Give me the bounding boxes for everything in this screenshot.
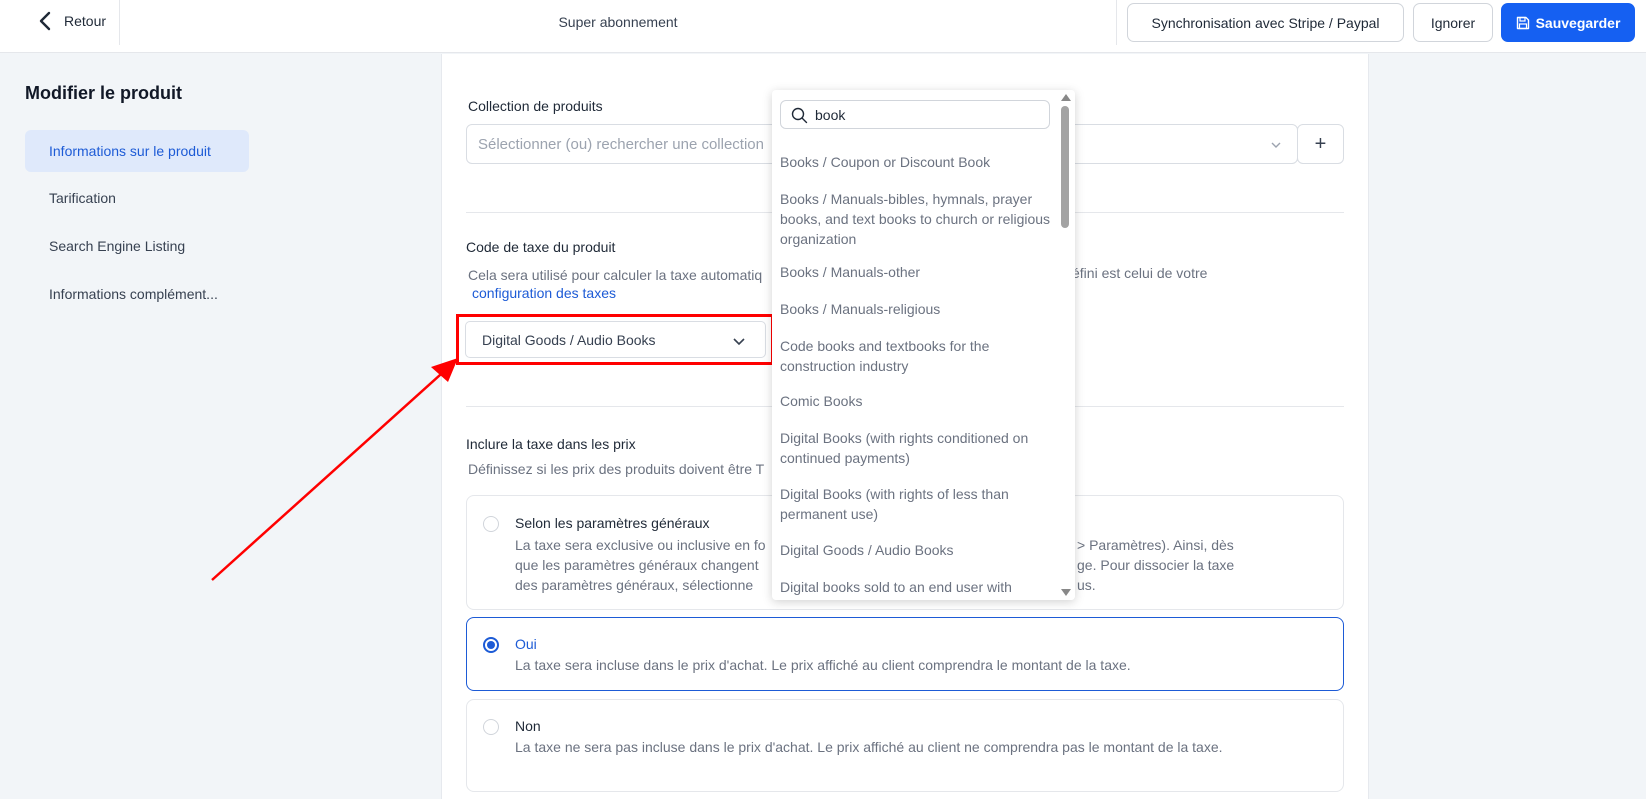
include-tax-description: Définissez si les prix des produits doiv… (468, 461, 765, 477)
option-text: que les paramètres généraux changent (515, 557, 759, 573)
option-text: La taxe sera exclusive ou inclusive en f… (515, 537, 766, 553)
dropdown-option[interactable]: Comic Books (780, 391, 1052, 411)
sync-stripe-paypal-button[interactable]: Synchronisation avec Stripe / Paypal (1127, 3, 1404, 42)
sidebar-title: Modifier le produit (25, 83, 182, 103)
option-text: > Paramètres). Ainsi, dès (1077, 537, 1234, 553)
dropdown-option[interactable]: Digital Books (with rights conditioned o… (780, 428, 1052, 468)
ignore-button[interactable]: Ignorer (1413, 3, 1493, 42)
option-text: La taxe ne sera pas incluse dans le prix… (515, 739, 1223, 755)
dropdown-option[interactable]: Books / Coupon or Discount Book (780, 152, 1052, 172)
dropdown-option[interactable]: Code books and textbooks for the constru… (780, 336, 1052, 376)
dropdown-search-input[interactable]: book (780, 100, 1050, 129)
option-text: des paramètres généraux, sélectionne (515, 577, 754, 593)
option-title: Selon les paramètres généraux (515, 515, 710, 531)
dropdown-scrollbar[interactable] (1056, 90, 1075, 600)
scroll-up-icon[interactable] (1061, 94, 1071, 101)
sidebar-item-seo[interactable]: Search Engine Listing (25, 225, 249, 267)
radio-button[interactable] (483, 719, 499, 735)
option-title: Non (515, 718, 541, 734)
search-icon (791, 107, 808, 124)
collection-label: Collection de produits (468, 98, 603, 114)
radio-button[interactable] (483, 516, 499, 532)
dropdown-options-list: Books / Coupon or Discount Book Books / … (772, 145, 1056, 600)
dropdown-option[interactable]: Digital Books (with rights of less than … (780, 484, 1052, 524)
scrollbar-thumb[interactable] (1061, 106, 1069, 228)
dropdown-option[interactable]: Digital Goods / Audio Books (780, 540, 1052, 560)
dropdown-option[interactable]: Books / Manuals-other (780, 262, 1052, 282)
search-value: book (815, 107, 846, 123)
tax-configuration-link[interactable]: configuration des taxes (472, 285, 616, 301)
scroll-down-icon[interactable] (1061, 589, 1071, 596)
collection-placeholder: Sélectionner (ou) rechercher une collect… (478, 136, 764, 153)
save-label: Sauvegarder (1535, 14, 1621, 31)
save-button[interactable]: Sauvegarder (1501, 3, 1635, 42)
sidebar-item-pricing[interactable]: Tarification (25, 177, 249, 219)
option-text: La taxe sera incluse dans le prix d'acha… (515, 657, 1131, 673)
option-text: us. (1077, 577, 1096, 593)
sidebar-item-product-info[interactable]: Informations sur le produit (25, 130, 249, 172)
dropdown-option[interactable]: Books / Manuals-religious (780, 299, 1052, 319)
dropdown-option[interactable]: Books / Manuals-bibles, hymnals, prayer … (780, 189, 1052, 249)
tax-option-yes[interactable]: Oui La taxe sera incluse dans le prix d'… (466, 617, 1344, 691)
tax-code-selected-value: Digital Goods / Audio Books (482, 332, 656, 348)
chevron-down-icon (1271, 142, 1281, 148)
option-text: ge. Pour dissocier la taxe (1077, 557, 1235, 573)
tax-code-select[interactable]: Digital Goods / Audio Books (465, 321, 766, 358)
tax-code-description-end: éfini est celui de votre (1072, 265, 1208, 281)
radio-button[interactable] (483, 637, 499, 653)
sidebar-item-additional-info[interactable]: Informations complément... (25, 273, 249, 315)
tax-option-no[interactable]: Non La taxe ne sera pas incluse dans le … (466, 699, 1344, 792)
highlight-arrow-icon (211, 358, 458, 581)
dropdown-option[interactable]: Digital books sold to an end user with (780, 577, 1052, 597)
include-tax-label: Inclure la taxe dans les prix (466, 436, 636, 452)
chevron-down-icon (733, 338, 745, 346)
page-title: Super abonnement (558, 14, 678, 30)
divider (1116, 0, 1117, 45)
tax-code-dropdown: book Books / Coupon or Discount Book Boo… (772, 90, 1075, 600)
tax-code-label: Code de taxe du produit (466, 239, 616, 255)
top-bar: Retour Super abonnement Synchronisation … (0, 0, 1646, 53)
add-collection-button[interactable]: + (1297, 124, 1344, 164)
option-title: Oui (515, 636, 537, 652)
save-icon (1516, 16, 1529, 29)
